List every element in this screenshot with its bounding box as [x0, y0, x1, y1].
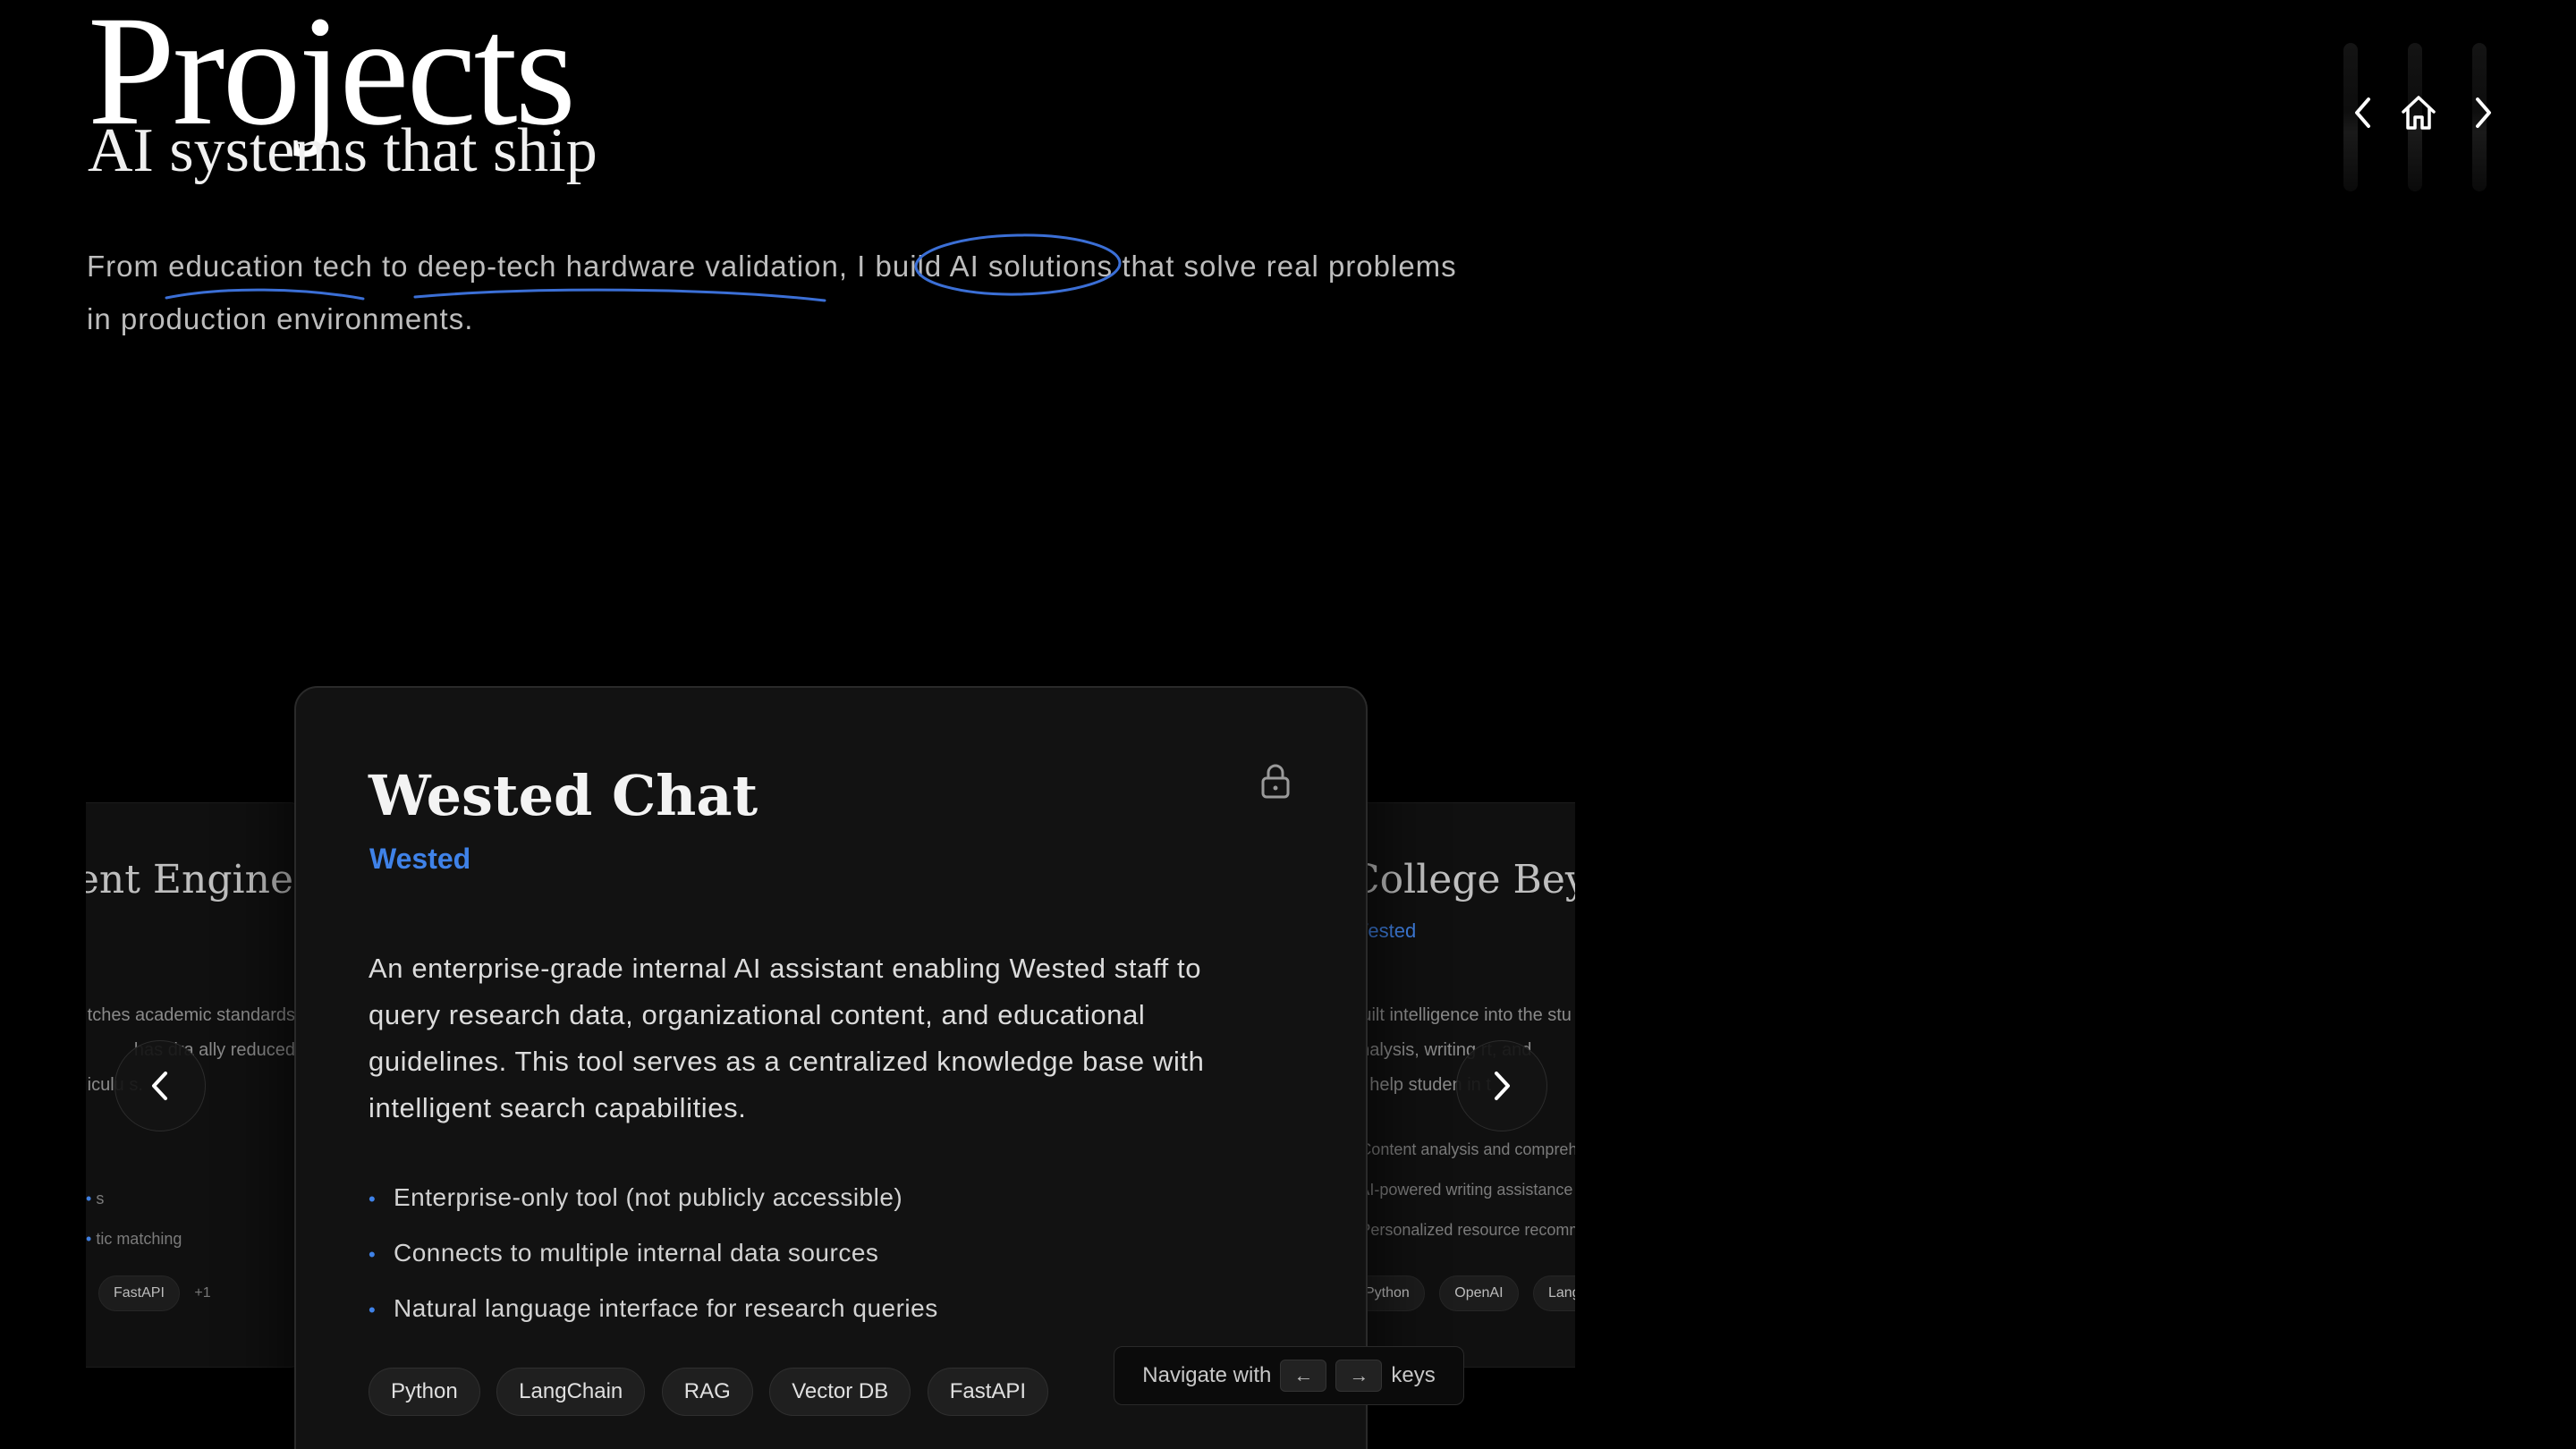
card-tags: Python OpenAI LangCh [1350, 1275, 1575, 1311]
feature-item: • Enterprise-only tool (not publicly acce… [369, 1183, 903, 1211]
left-arrow-key: ← [1280, 1360, 1327, 1392]
tech-tag: Vector DB [769, 1368, 911, 1416]
intro-text: From education tech to deep-tech hardwar… [87, 240, 1482, 345]
chevron-right-icon [2476, 97, 2491, 128]
keyboard-hint: Navigate with ← → keys [1114, 1346, 1464, 1405]
nav-next-button[interactable] [2463, 93, 2503, 132]
right-arrow-key: → [1335, 1360, 1383, 1392]
intro-highlight-hardware: deep-tech hardware validation [417, 250, 839, 283]
card-description: An enterprise-grade internal AI assistan… [369, 953, 1205, 1123]
intro-part: , I build [838, 250, 950, 283]
feature-text: Enterprise-only tool (not publicly acces… [394, 1183, 903, 1211]
tech-tag: Python [369, 1368, 480, 1416]
tech-tag: FastAPI [98, 1275, 180, 1311]
chevron-left-icon [2355, 97, 2370, 128]
feature-text: Natural language interface for research … [394, 1294, 938, 1322]
card-features: Content analysis and compreh AI-powered … [1350, 1130, 1575, 1250]
feature-item: • Connects to multiple internal data sour… [369, 1239, 879, 1267]
feature-item: AI-powered writing assistance [1350, 1170, 1575, 1210]
card-tags: FastAPI +1 [98, 1275, 211, 1311]
tech-tag: LangChain [496, 1368, 646, 1416]
home-icon [2402, 96, 2436, 130]
feature-item: Personalized resource recomm [1350, 1210, 1575, 1250]
tech-tag: FastAPI [927, 1368, 1049, 1416]
desc-line: tches academic standards [87, 1005, 295, 1025]
tech-tag: RAG [661, 1368, 753, 1416]
card-features: • Enterprise-only tool (not publicly acce… [369, 1171, 938, 1337]
top-navigation [2343, 43, 2496, 195]
feature-item: s [86, 1179, 182, 1219]
tech-tag: OpenAI [1439, 1275, 1519, 1311]
project-card-active[interactable]: Wested Chat Wested An enterprise-grade i… [294, 686, 1368, 1449]
carousel-next-button[interactable] [1456, 1040, 1547, 1131]
intro-highlight-education: education tech [168, 250, 373, 283]
more-tags-count: +1 [194, 1285, 211, 1301]
intro-highlight-ai: AI solutions [949, 250, 1114, 283]
nav-home-button[interactable] [2399, 93, 2438, 132]
feature-item: • Natural language interface for research… [369, 1294, 938, 1322]
card-title: College Beyon [1350, 857, 1575, 902]
feature-text: Connects to multiple internal data sourc… [394, 1239, 879, 1267]
chevron-right-icon [1495, 1072, 1510, 1100]
card-features: s tic matching [86, 1179, 182, 1259]
card-tags: Python LangChain RAG Vector DB FastAPI [369, 1368, 1061, 1416]
feature-item: tic matching [86, 1219, 182, 1259]
tech-tag: LangCh [1532, 1275, 1575, 1311]
intro-part: that solve real problems [1113, 250, 1457, 283]
page-subtitle: AI systems that ship [88, 116, 597, 185]
intro-part: to [372, 250, 418, 283]
hint-prefix: Navigate with [1142, 1363, 1272, 1387]
card-title: ent Engine [86, 857, 293, 902]
intro-part: From [87, 250, 169, 283]
card-organization: Wested [369, 843, 471, 875]
nav-prev-button[interactable] [2343, 93, 2383, 132]
card-title: Wested Chat [369, 763, 758, 828]
chevron-left-icon [152, 1072, 167, 1100]
desc-line: Built intelligence into the stu [1350, 1005, 1572, 1025]
feature-item: Content analysis and compreh [1350, 1130, 1575, 1170]
lock-icon [1261, 764, 1290, 799]
carousel-prev-button[interactable] [114, 1040, 206, 1131]
hint-suffix: keys [1391, 1363, 1436, 1387]
intro-line-2: in production environments. [87, 302, 474, 335]
intro-line-1: From education tech to deep-tech hardwar… [87, 240, 1482, 292]
